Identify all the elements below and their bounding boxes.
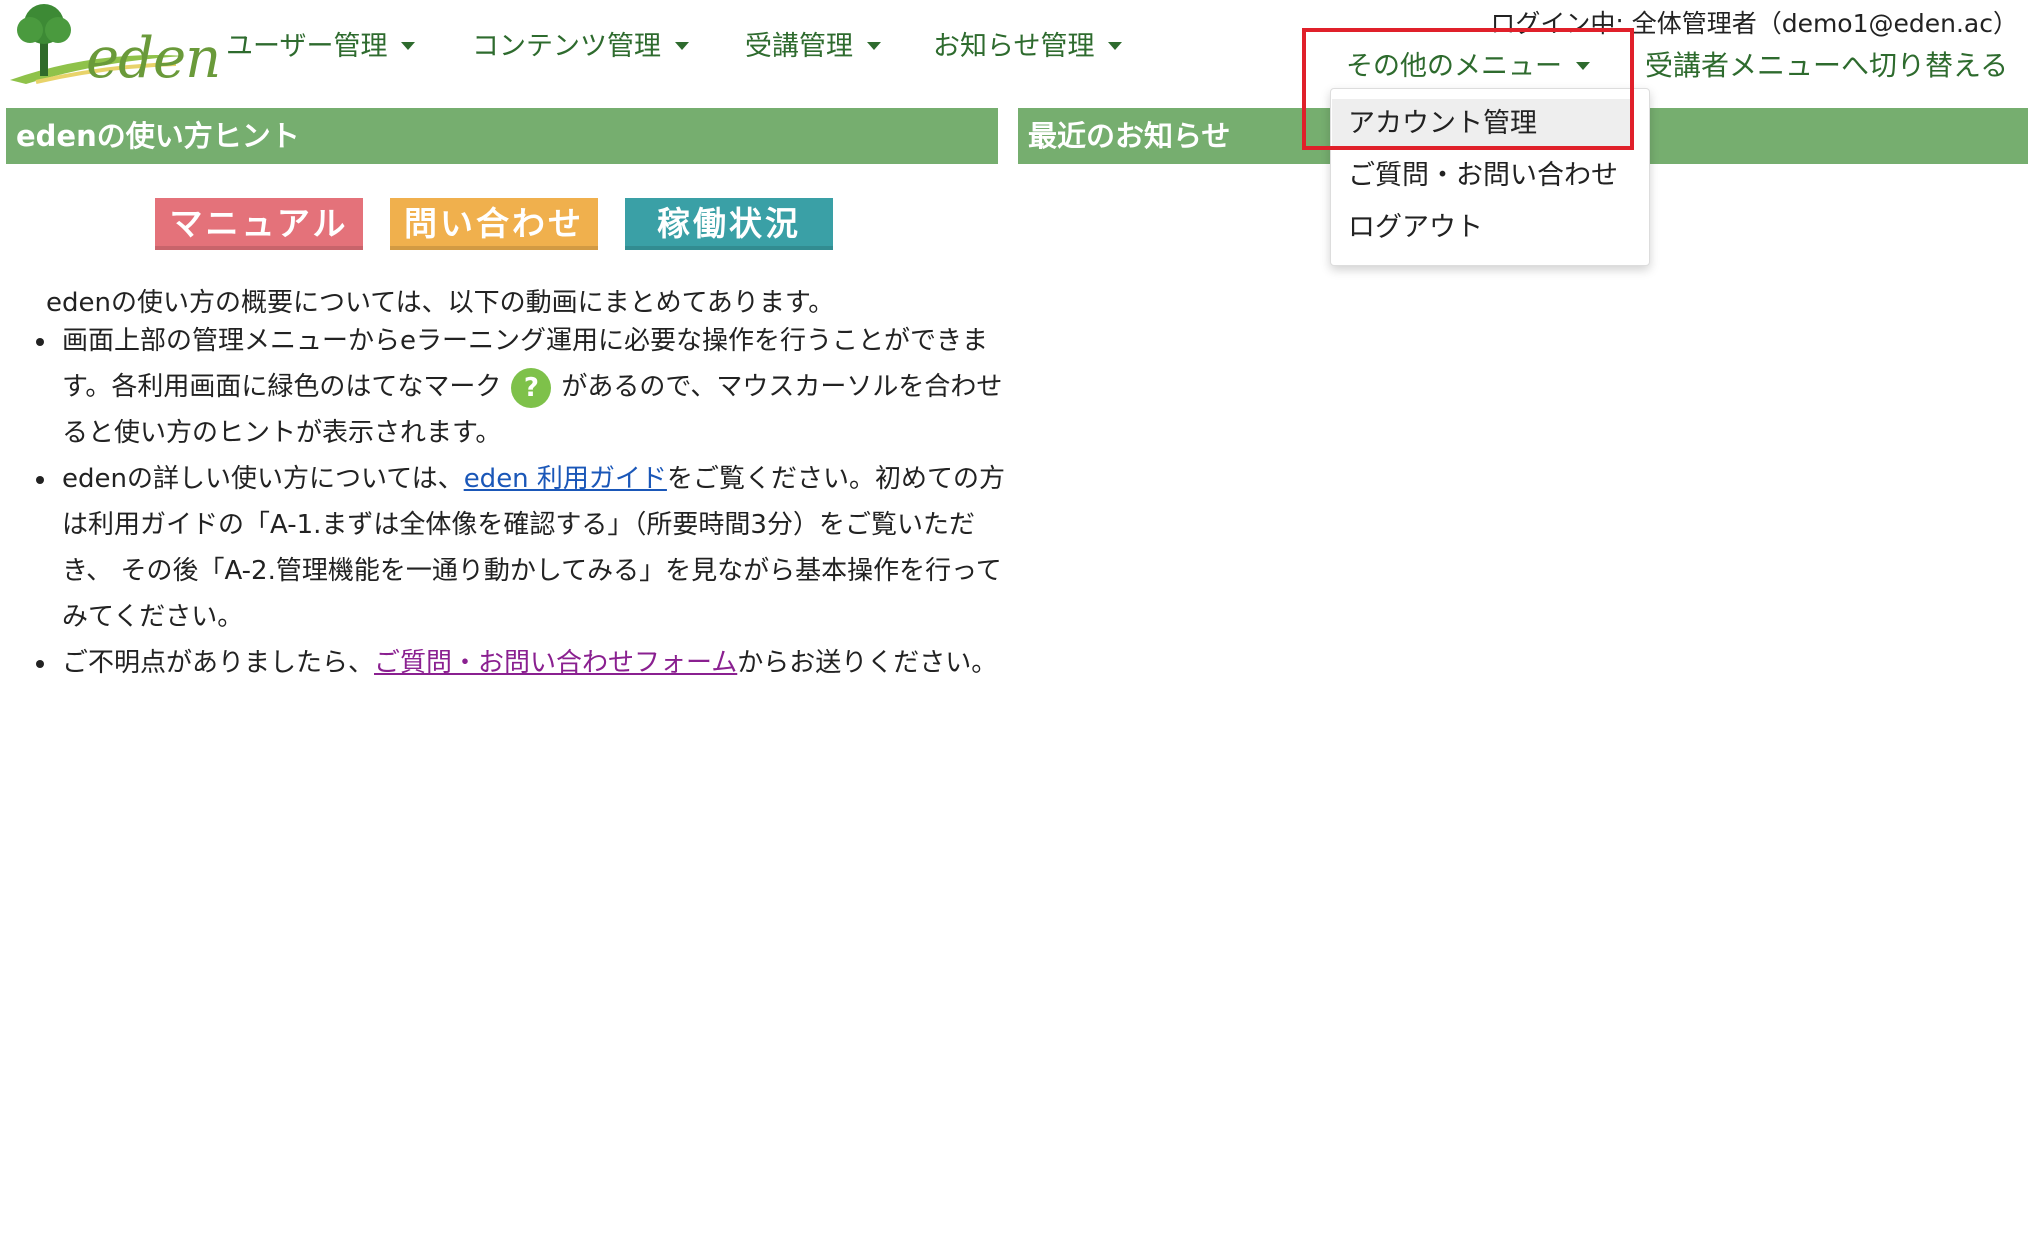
- nav-other-menu[interactable]: その他のメニュー: [1346, 44, 1590, 83]
- status-button[interactable]: 稼働状況: [625, 198, 833, 250]
- manual-button[interactable]: マニュアル: [155, 198, 363, 250]
- hint-panel-title: edenの使い方ヒント: [6, 108, 998, 164]
- hint-item: 画面上部の管理メニューからeラーニング運用に必要な操作を行うことができます。各利…: [34, 318, 1006, 456]
- menu-item-account-management[interactable]: アカウント管理: [1332, 99, 1632, 149]
- help-question-icon: ?: [511, 367, 552, 408]
- menu-item-inquiry[interactable]: ご質問・お問い合わせ: [1332, 151, 1632, 201]
- contact-button[interactable]: 問い合わせ: [390, 198, 598, 250]
- hint-item: edenの詳しい使い方については、eden 利用ガイドをご覧ください。初めての方…: [34, 456, 1006, 640]
- contact-form-link[interactable]: ご質問・お問い合わせフォーム: [374, 648, 737, 678]
- nav-content-management[interactable]: コンテンツ管理: [472, 24, 689, 63]
- other-menu-dropdown: アカウント管理 ご質問・お問い合わせ ログアウト: [1330, 88, 1650, 266]
- nav-user-management[interactable]: ユーザー管理: [226, 24, 416, 63]
- hint-item: ご不明点がありましたら、ご質問・お問い合わせフォームからお送りください。: [34, 640, 1006, 686]
- caret-down-icon: [401, 41, 416, 50]
- caret-down-icon: [1576, 61, 1590, 70]
- login-status: ログイン中: 全体管理者（demo1@eden.ac）: [1490, 9, 2018, 38]
- hint-list: 画面上部の管理メニューからeラーニング運用に必要な操作を行うことができます。各利…: [34, 318, 1006, 686]
- eden-logo[interactable]: eden: [6, 0, 221, 91]
- nav-course-management[interactable]: 受講管理: [745, 24, 881, 63]
- hint-intro: edenの使い方の概要については、以下の動画にまとめてあります。: [46, 288, 835, 318]
- nav-notice-management[interactable]: お知らせ管理: [933, 24, 1123, 63]
- caret-down-icon: [867, 41, 881, 50]
- switch-to-student-menu-link[interactable]: 受講者メニューへ切り替える: [1645, 44, 2008, 84]
- logo-text: eden: [86, 26, 221, 91]
- caret-down-icon: [675, 41, 689, 50]
- caret-down-icon: [1108, 41, 1123, 50]
- usage-guide-link[interactable]: eden 利用ガイド: [464, 464, 667, 494]
- menu-item-logout[interactable]: ログアウト: [1332, 203, 1632, 253]
